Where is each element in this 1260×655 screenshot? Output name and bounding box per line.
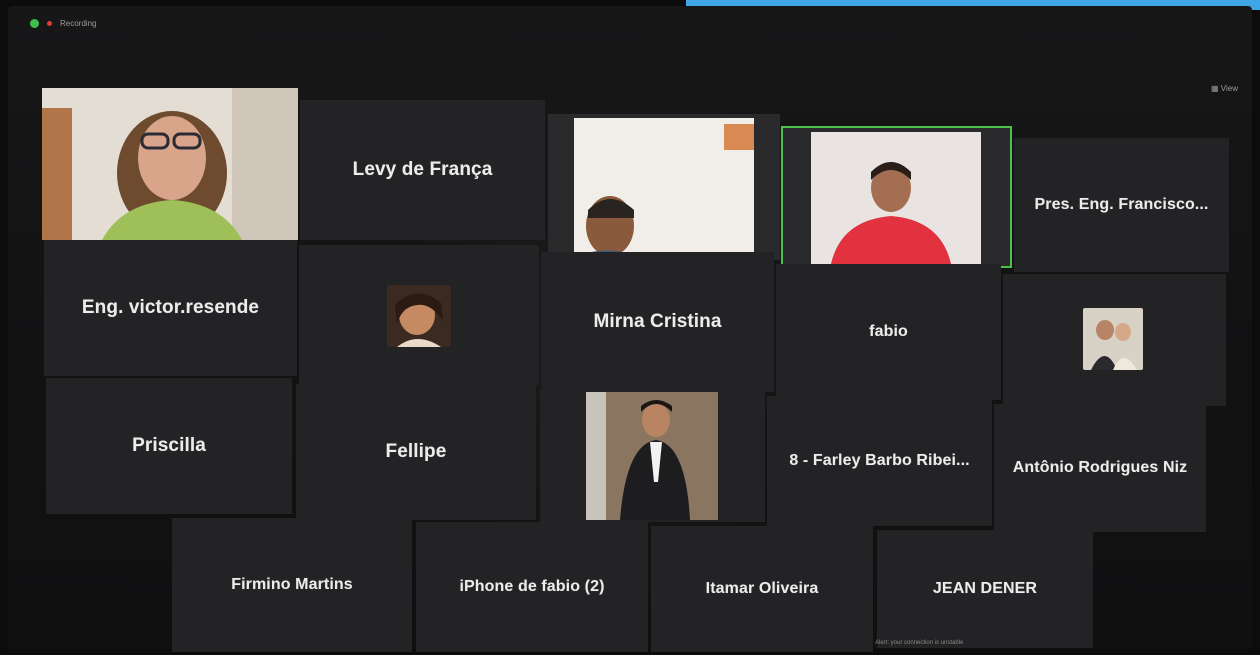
participant-tile[interactable]: Eng. victor.resende <box>44 240 297 376</box>
record-dot-icon <box>47 20 52 26</box>
view-label: View <box>1220 84 1238 93</box>
participant-name: Eng. victor.resende <box>81 297 260 318</box>
participant-tile[interactable]: 8 - Farley Barbo Ribei... <box>767 396 992 526</box>
participant-tile[interactable]: Fellipe <box>296 384 536 520</box>
participant-name: Firmino Martins <box>231 576 353 593</box>
profile-photo-icon <box>387 285 451 347</box>
participant-tile[interactable] <box>540 390 765 522</box>
participant-name: Antônio Rodrigues Niz <box>1012 459 1188 476</box>
participant-tile[interactable] <box>548 114 780 260</box>
woman-video-feed <box>42 88 298 240</box>
participant-name: Pres. Eng. Francisco... <box>1034 196 1209 213</box>
participant-name: iPhone de fabio (2) <box>459 578 605 595</box>
participant-tile[interactable] <box>299 245 539 385</box>
participant-name: Priscilla <box>132 435 206 456</box>
participant-tile[interactable]: Pres. Eng. Francisco... <box>1014 138 1229 272</box>
participant-video <box>574 118 754 258</box>
participant-tile[interactable]: Mirna Cristina <box>541 252 774 392</box>
participant-tile[interactable]: Itamar Oliveira <box>651 526 873 652</box>
recording-indicator[interactable]: Recording <box>30 14 96 32</box>
grid-icon: ▦ <box>1211 84 1221 93</box>
woman-red-shirt-video-feed <box>811 132 981 264</box>
participant-tile[interactable]: Antônio Rodrigues Niz <box>994 404 1206 532</box>
connection-warning: Alert: your connection is unstable <box>875 640 964 646</box>
participant-tile[interactable]: Firmino Martins <box>172 518 412 652</box>
participant-name: Fellipe <box>385 441 447 462</box>
participant-name: fabio <box>869 323 908 340</box>
participant-tile[interactable]: JEAN DENER <box>877 530 1093 648</box>
security-shield-icon <box>30 18 39 28</box>
participant-tile[interactable] <box>1003 274 1226 406</box>
participant-name: Itamar Oliveira <box>705 580 819 597</box>
participant-tile[interactable]: iPhone de fabio (2) <box>416 522 648 652</box>
view-button[interactable]: ▦ View <box>1211 84 1238 93</box>
participant-tile[interactable]: fabio <box>776 264 1001 400</box>
couple-profile-photo-icon <box>1083 308 1143 370</box>
participant-name: Levy de França <box>352 159 493 180</box>
participant-tile-active-speaker[interactable] <box>781 126 1012 268</box>
recording-label: Recording <box>60 18 97 28</box>
participant-name: 8 - Farley Barbo Ribei... <box>789 452 970 469</box>
participant-avatar <box>1083 308 1143 370</box>
participant-name: JEAN DENER <box>932 580 1038 597</box>
participant-name: Mirna Cristina <box>593 311 722 332</box>
man-in-suit-video-feed <box>586 392 718 520</box>
participant-tile[interactable]: Priscilla <box>46 378 292 514</box>
participant-avatar <box>387 285 451 347</box>
participant-video <box>42 88 298 240</box>
participant-video <box>586 392 718 520</box>
man-video-feed <box>574 118 754 258</box>
participant-tile[interactable]: Levy de França <box>300 100 545 240</box>
participant-video <box>811 132 981 264</box>
participant-tile[interactable] <box>42 88 298 240</box>
